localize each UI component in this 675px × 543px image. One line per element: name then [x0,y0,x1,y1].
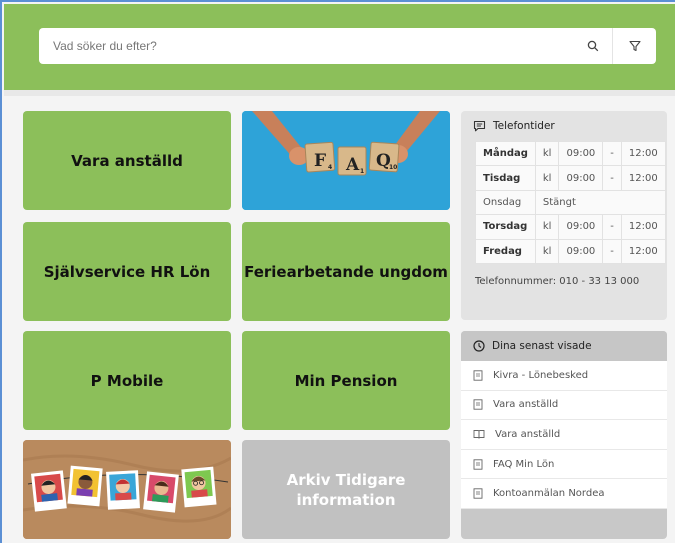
recent-item[interactable]: FAQ Min Lön [461,450,667,480]
tile-label-line1: Arkiv Tidigare [286,470,406,489]
document-icon [473,458,483,470]
to-cell: 12:00 [620,214,666,240]
filter-icon [628,40,641,52]
to-cell: 12:00 [620,165,666,191]
tile-p-mobile[interactable]: P Mobile [23,331,231,430]
search-icon [587,40,599,52]
faq-letter-a: A [345,155,360,175]
recent-header: Dina senast visade [461,331,667,361]
recent-item-label: Kivra - Lönebesked [493,369,589,381]
recent-title: Dina senast visade [492,340,592,352]
kl-cell: kl [534,165,560,191]
table-row: Onsdag Stängt [475,189,666,216]
tile-label: Vara anställd [71,151,183,170]
recent-item[interactable]: Vara anställd [461,420,667,450]
clock-icon [473,340,485,352]
document-icon [473,488,483,499]
day-cell: Fredag [475,238,536,264]
phone-hours-table: Måndag kl 09:00 - 12:00 Tisdag kl 09:00 … [475,140,666,264]
from-cell: 09:00 [558,214,604,240]
book-icon [473,429,485,440]
faq-subscript-a: 1 [360,168,364,175]
phone-number: Telefonnummer: 010 - 33 13 000 [475,275,640,287]
table-row: Fredag kl 09:00 - 12:00 [475,238,666,264]
faq-scrabble-illustration: F 4 A 1 Q 10 [242,111,450,210]
dash-cell: - [602,214,622,240]
tile-label: Min Pension [294,371,398,390]
day-cell: Onsdag [475,189,536,216]
from-cell: 09:00 [558,165,604,191]
page-frame: Vara anställd F 4 A 1 Q 10 [0,0,675,543]
tile-team-image[interactable] [23,440,231,539]
search-button[interactable] [574,28,612,64]
document-icon [473,399,483,411]
search-input[interactable] [39,28,574,64]
kl-cell: kl [534,238,560,264]
day-cell: Måndag [475,140,536,167]
table-row: Tisdag kl 09:00 - 12:00 [475,165,666,191]
header-bar [4,4,675,90]
recent-item-label: Vara anställd [495,428,561,440]
recent-list: Kivra - Lönebesked Vara anställd Vara an… [461,361,667,509]
recent-item-label: Kontoanmälan Nordea [493,488,605,500]
phone-hours-title: Telefontider [493,120,555,132]
table-row: Måndag kl 09:00 - 12:00 [475,140,666,167]
faq-letter-f: F [314,151,326,171]
day-cell: Torsdag [475,214,536,240]
document-icon [473,370,483,381]
tile-sjalvservice-hr-lon[interactable]: Självservice HR Lön [23,222,231,321]
faq-subscript-q: 10 [389,164,397,171]
tile-label: Självservice HR Lön [43,262,211,281]
recent-card: Dina senast visade Kivra - Lönebesked Va… [461,331,667,539]
table-row: Torsdag kl 09:00 - 12:00 [475,214,666,240]
kl-cell: kl [534,140,560,167]
tile-faq-image[interactable]: F 4 A 1 Q 10 [242,111,450,210]
tile-vara-anstalld[interactable]: Vara anställd [23,111,231,210]
closed-cell: Stängt [534,189,666,216]
day-cell: Tisdag [475,165,536,191]
header-divider [4,90,675,96]
search-bar [39,28,656,64]
tile-feriearbetande-ungdom[interactable]: Feriearbetande ungdom [242,222,450,321]
tile-min-pension[interactable]: Min Pension [242,331,450,430]
recent-item-label: Vara anställd [493,399,559,411]
tile-label: Feriearbetande ungdom [244,262,448,281]
from-cell: 09:00 [558,140,604,167]
tile-label-line2: information [296,490,396,509]
to-cell: 12:00 [620,238,666,264]
tile-arkiv-tidigare-information[interactable]: Arkiv Tidigare information [242,440,450,539]
recent-item[interactable]: Vara anställd [461,391,667,421]
to-cell: 12:00 [620,140,666,167]
faq-subscript-f: 4 [328,164,332,171]
chat-icon [473,120,486,132]
tile-label: P Mobile [90,371,164,390]
recent-item[interactable]: Kontoanmälan Nordea [461,479,667,509]
dash-cell: - [602,238,622,264]
from-cell: 09:00 [558,238,604,264]
dash-cell: - [602,140,622,167]
phone-hours-card: Telefontider Måndag kl 09:00 - 12:00 Tis… [461,111,667,320]
recent-item-label: FAQ Min Lön [493,458,555,470]
phone-hours-header: Telefontider [461,111,667,141]
polaroid-team-illustration [23,440,231,539]
dash-cell: - [602,165,622,191]
filter-button[interactable] [612,28,656,64]
kl-cell: kl [534,214,560,240]
recent-item[interactable]: Kivra - Lönebesked [461,361,667,391]
